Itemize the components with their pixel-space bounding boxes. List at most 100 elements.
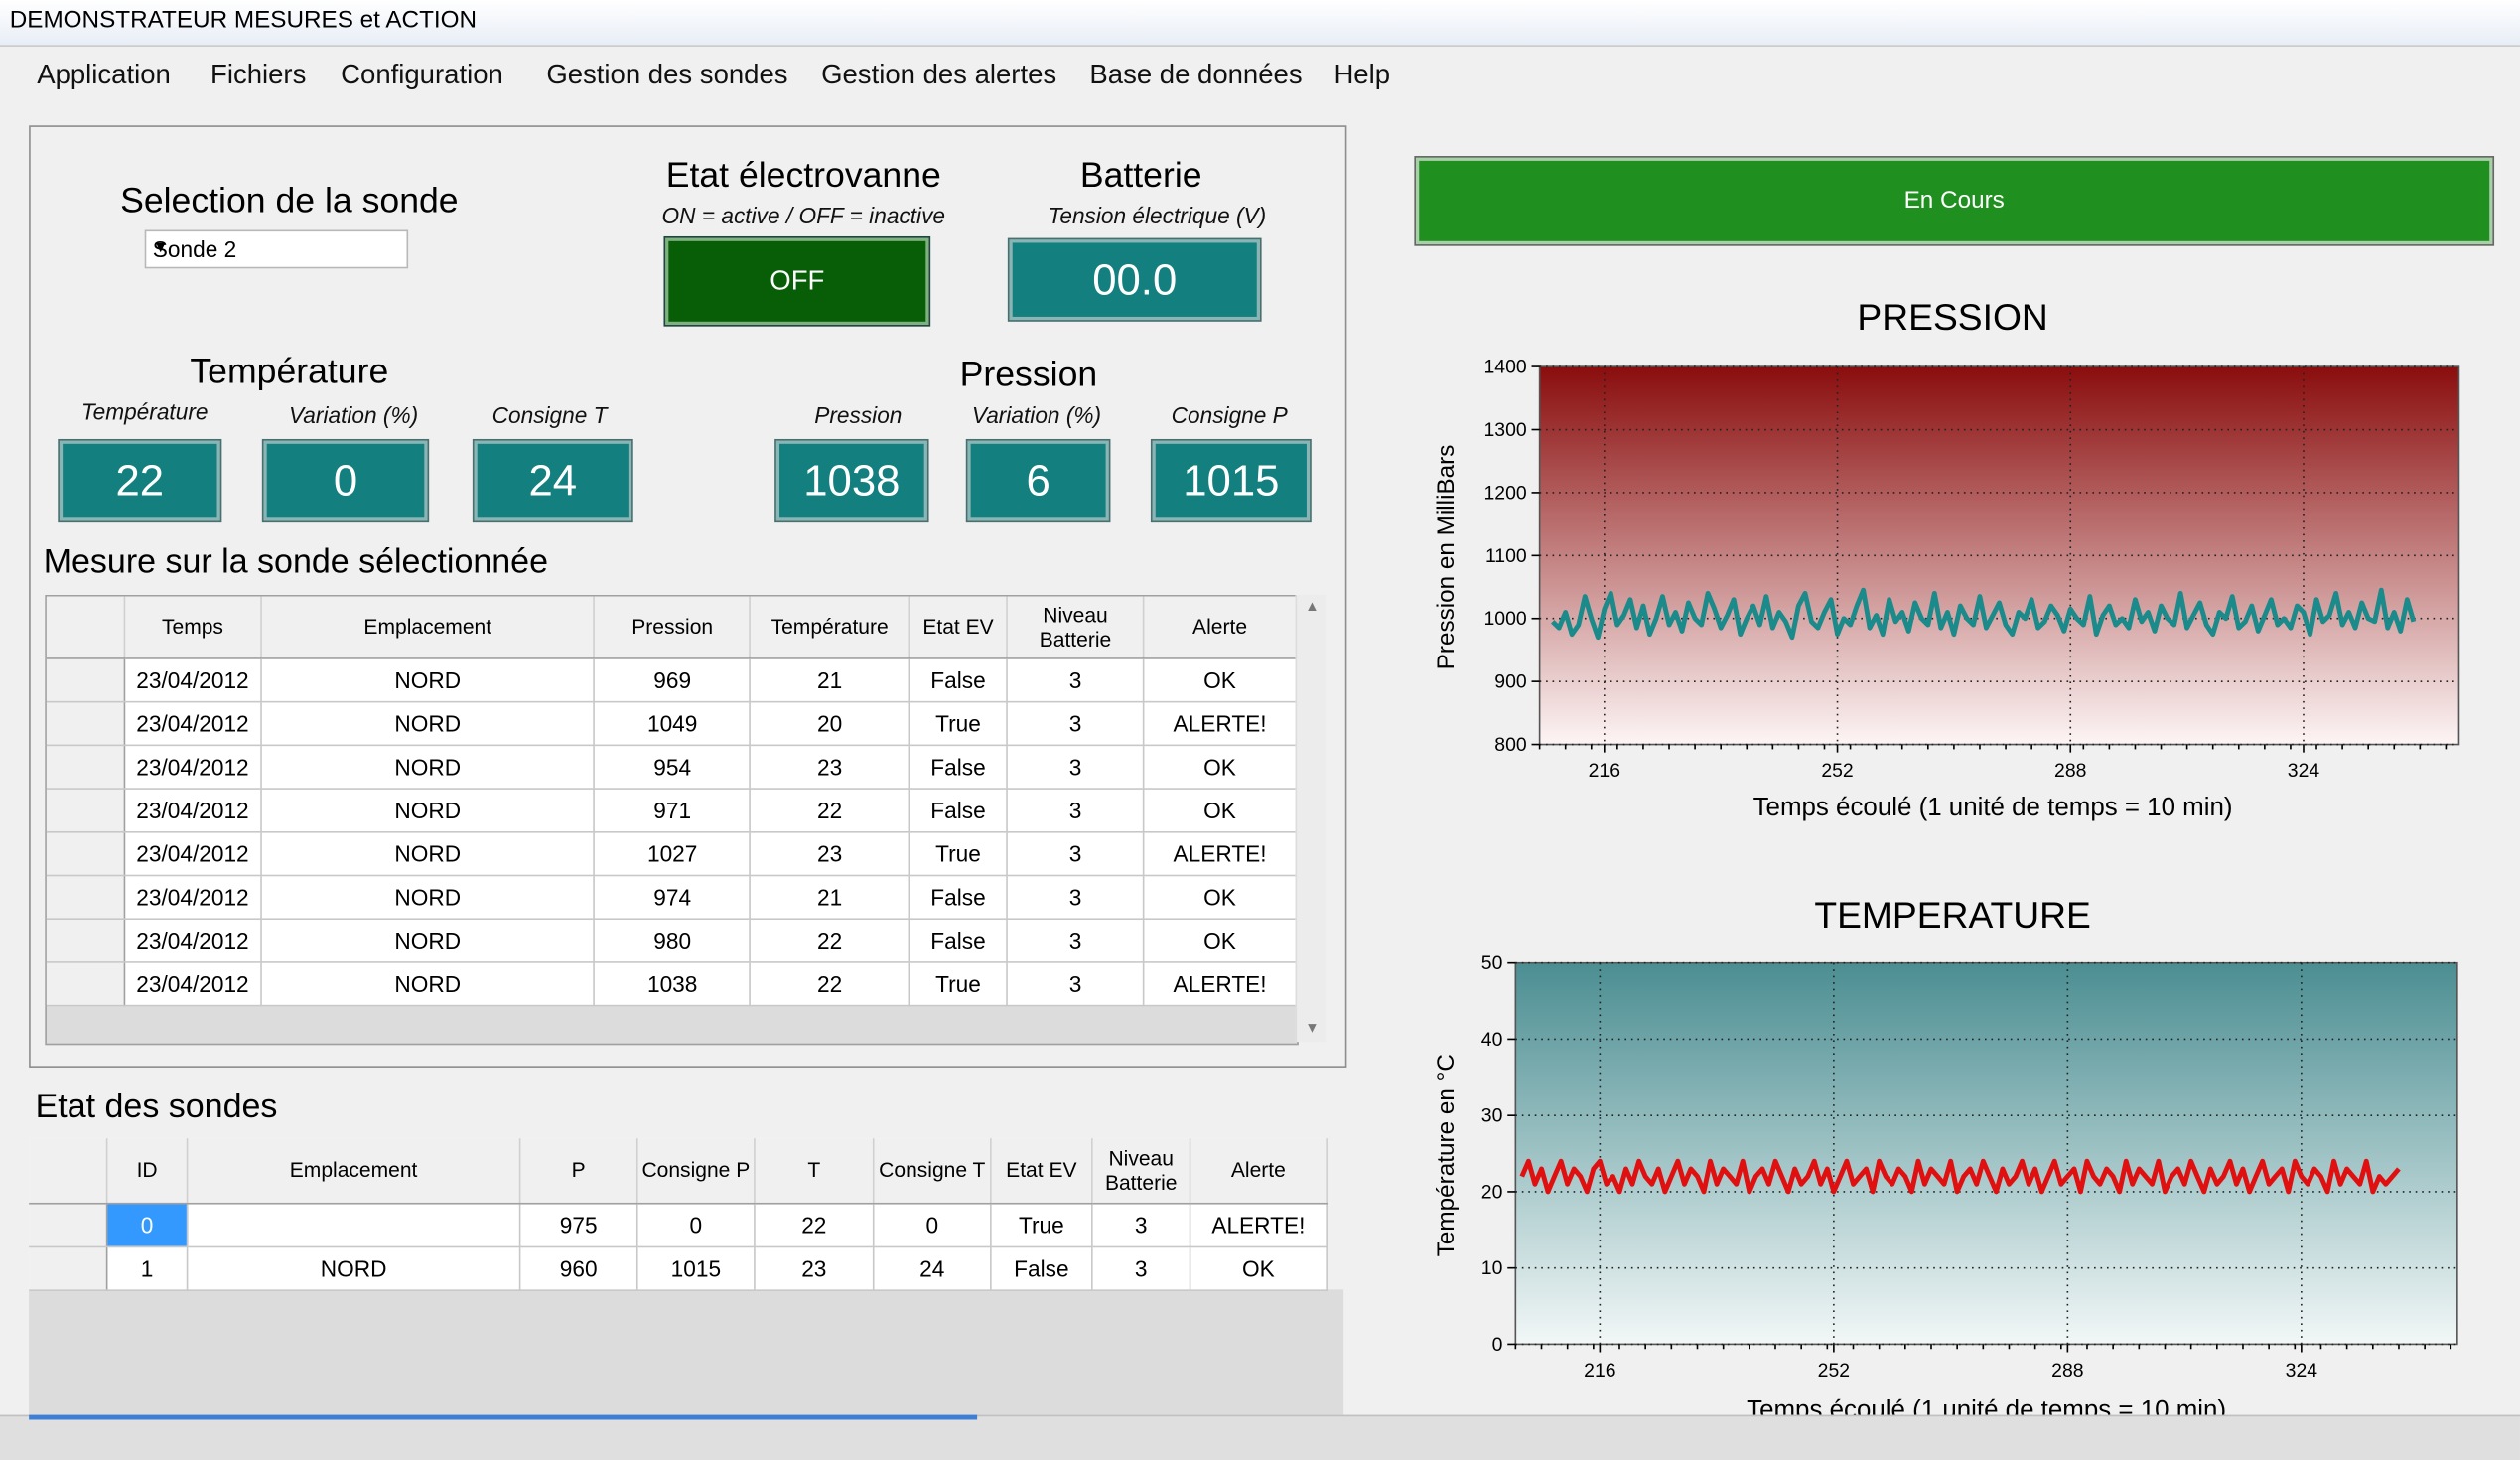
cell[interactable]: 971	[594, 788, 752, 832]
col-id[interactable]: ID	[106, 1138, 189, 1204]
row-header[interactable]	[46, 657, 126, 702]
cell[interactable]: 3	[1007, 657, 1145, 702]
cell[interactable]: OK	[1143, 744, 1298, 790]
cell[interactable]: 22	[750, 788, 910, 832]
cell[interactable]: True	[909, 700, 1009, 746]
cell[interactable]: 21	[750, 874, 910, 920]
cell[interactable]: 3	[1007, 830, 1145, 876]
col-pression[interactable]: Pression	[594, 596, 752, 658]
status-button[interactable]: En Cours	[1415, 157, 2493, 245]
cell[interactable]: 23/04/2012	[124, 961, 262, 1006]
menu-application[interactable]: Application	[37, 60, 171, 91]
col-emplacement[interactable]: Emplacement	[187, 1138, 521, 1204]
cell[interactable]: 1038	[594, 961, 752, 1006]
menu-gestion-alertes[interactable]: Gestion des alertes	[821, 60, 1056, 91]
cell[interactable]: False	[909, 744, 1009, 790]
cell[interactable]: 3	[1007, 788, 1145, 832]
table-row[interactable]: 23/04/2012 NORD 1027 23 True 3 ALERTE!	[46, 830, 1298, 876]
row-header[interactable]	[46, 874, 126, 920]
col-consigne-t[interactable]: Consigne T	[873, 1138, 992, 1204]
cell[interactable]: 22	[750, 961, 910, 1006]
scroll-down-icon[interactable]: ▼	[1305, 1019, 1319, 1035]
cell[interactable]: True	[909, 961, 1009, 1006]
col-etat-ev[interactable]: Etat EV	[909, 596, 1009, 658]
cell[interactable]: 3	[1091, 1202, 1191, 1247]
table-row[interactable]: 23/04/2012 NORD 969 21 False 3 OK	[46, 657, 1298, 702]
cell[interactable]: OK	[1143, 657, 1298, 702]
cell[interactable]: 20	[750, 700, 910, 746]
cell[interactable]: 1015	[636, 1245, 756, 1291]
cell[interactable]: 24	[873, 1245, 992, 1291]
row-header[interactable]	[46, 830, 126, 876]
row-header[interactable]	[46, 744, 126, 790]
cell[interactable]: 23/04/2012	[124, 657, 262, 702]
cell[interactable]	[187, 1202, 521, 1247]
cell[interactable]: 3	[1007, 700, 1145, 746]
cell[interactable]: 22	[754, 1202, 875, 1247]
cell[interactable]: 0	[873, 1202, 992, 1247]
cell[interactable]: NORD	[260, 700, 596, 746]
chevron-down-icon[interactable]: ▼	[153, 239, 399, 257]
cell[interactable]: 974	[594, 874, 752, 920]
menu-help[interactable]: Help	[1333, 60, 1390, 91]
cell-selected[interactable]: 0	[106, 1202, 189, 1247]
cell[interactable]: 954	[594, 744, 752, 790]
cell[interactable]: 23/04/2012	[124, 830, 262, 876]
cell[interactable]: 0	[636, 1202, 756, 1247]
table-row[interactable]: 23/04/2012 NORD 980 22 False 3 OK	[46, 918, 1298, 962]
table-row[interactable]: 23/04/2012 NORD 971 22 False 3 OK	[46, 788, 1298, 832]
table-row[interactable]: 1 NORD 960 1015 23 24 False 3 OK	[29, 1245, 1328, 1291]
col-p[interactable]: P	[519, 1138, 638, 1204]
col-emplacement[interactable]: Emplacement	[260, 596, 596, 658]
mesures-scrollbar[interactable]: ▲ ▼	[1295, 594, 1327, 1043]
cell[interactable]: 23	[754, 1245, 875, 1291]
row-header[interactable]	[29, 1245, 108, 1291]
cell[interactable]: ALERTE!	[1143, 700, 1298, 746]
col-temps[interactable]: Temps	[124, 596, 262, 658]
cell[interactable]: 23	[750, 744, 910, 790]
table-row[interactable]: 0 975 0 22 0 True 3 ALERTE!	[29, 1202, 1328, 1247]
menu-fichiers[interactable]: Fichiers	[210, 60, 306, 91]
cell[interactable]: 3	[1007, 874, 1145, 920]
cell[interactable]: 23	[750, 830, 910, 876]
cell[interactable]: ALERTE!	[1143, 830, 1298, 876]
cell[interactable]: True	[990, 1202, 1093, 1247]
cell[interactable]: NORD	[260, 744, 596, 790]
cell[interactable]: 3	[1091, 1245, 1191, 1291]
cell[interactable]: False	[909, 657, 1009, 702]
electrovanne-toggle[interactable]: OFF	[665, 237, 929, 326]
cell[interactable]: 23/04/2012	[124, 700, 262, 746]
cell[interactable]: 3	[1007, 961, 1145, 1006]
cell[interactable]: NORD	[260, 874, 596, 920]
table-row[interactable]: 23/04/2012 NORD 1049 20 True 3 ALERTE!	[46, 700, 1298, 746]
row-header[interactable]	[46, 788, 126, 832]
cell[interactable]: OK	[1143, 788, 1298, 832]
col-etat-ev[interactable]: Etat EV	[990, 1138, 1093, 1204]
cell[interactable]: NORD	[260, 961, 596, 1006]
cell[interactable]: 23/04/2012	[124, 918, 262, 962]
cell[interactable]: 23/04/2012	[124, 874, 262, 920]
col-t[interactable]: T	[754, 1138, 875, 1204]
col-niveau-batterie[interactable]: Niveau Batterie	[1007, 596, 1145, 658]
row-header[interactable]	[46, 961, 126, 1006]
cell[interactable]: NORD	[260, 830, 596, 876]
cell[interactable]: NORD	[260, 918, 596, 962]
cell[interactable]: ALERTE!	[1190, 1202, 1328, 1247]
cell[interactable]: 3	[1007, 918, 1145, 962]
sonde-select[interactable]: Sonde 2 ▼	[144, 229, 409, 269]
menu-base-donnees[interactable]: Base de données	[1089, 60, 1302, 91]
cell[interactable]: 975	[519, 1202, 638, 1247]
cell[interactable]: ALERTE!	[1143, 961, 1298, 1006]
cell[interactable]: NORD	[260, 657, 596, 702]
menu-gestion-sondes[interactable]: Gestion des sondes	[546, 60, 787, 91]
col-alerte[interactable]: Alerte	[1190, 1138, 1328, 1204]
cell[interactable]: 3	[1007, 744, 1145, 790]
col-alerte[interactable]: Alerte	[1143, 596, 1298, 658]
row-header[interactable]	[46, 700, 126, 746]
col-temperature[interactable]: Température	[750, 596, 910, 658]
cell[interactable]: False	[909, 874, 1009, 920]
cell[interactable]: 969	[594, 657, 752, 702]
row-header[interactable]	[29, 1202, 108, 1247]
cell[interactable]: 960	[519, 1245, 638, 1291]
cell[interactable]: 1027	[594, 830, 752, 876]
